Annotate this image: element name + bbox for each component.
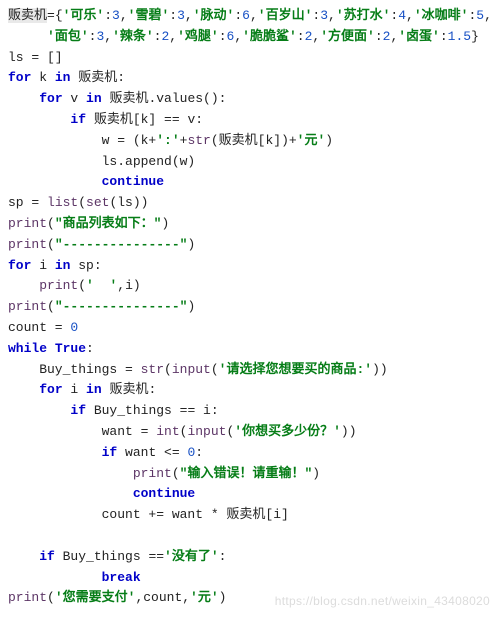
watermark-text: https://blog.csdn.net/weixin_43408020 — [275, 592, 490, 611]
code-content: 贩卖机={'可乐':3,'雪碧':3,'脉动':6,'百岁山':3,'苏打水':… — [8, 8, 492, 605]
code-block: 贩卖机={'可乐':3,'雪碧':3,'脉动':6,'百岁山':3,'苏打水':… — [0, 0, 500, 619]
